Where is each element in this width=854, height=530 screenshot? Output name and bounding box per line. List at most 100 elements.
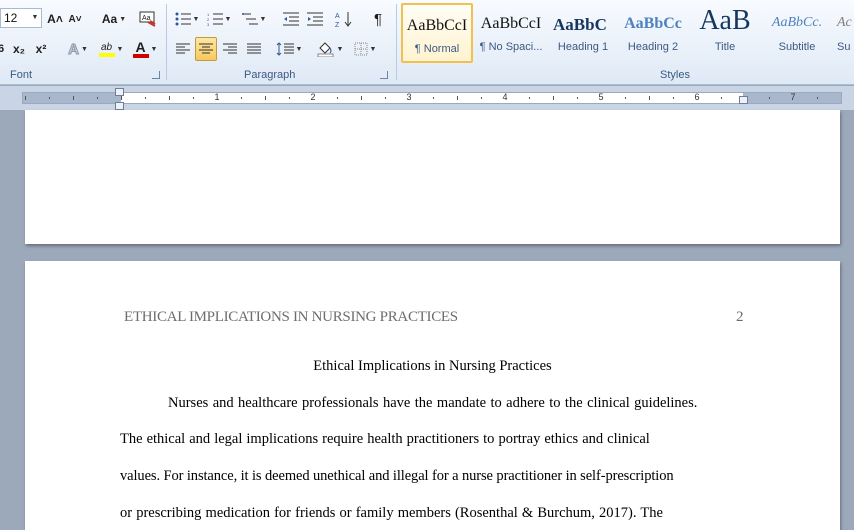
ruler-tick <box>337 97 338 99</box>
style-name: Title <box>714 41 736 53</box>
style-name: Subtitle <box>778 41 816 53</box>
ruler-number: 5 <box>598 92 604 102</box>
ruler-tick <box>625 97 626 99</box>
style-preview: AaB <box>699 5 751 36</box>
bullets-button[interactable]: ▼ <box>172 8 202 30</box>
style-heading-1[interactable]: AaBbC Heading 1 <box>547 3 619 63</box>
ruler-tick <box>25 96 26 100</box>
font-group-label: Font <box>10 69 33 81</box>
align-right-button[interactable] <box>219 38 241 60</box>
text-effects-button[interactable]: A ▼ <box>64 38 92 60</box>
right-indent-marker[interactable] <box>739 96 748 104</box>
chevron-down-icon: ▼ <box>224 15 232 23</box>
sort-button[interactable]: AZ <box>334 8 354 30</box>
body-line[interactable]: values. For instance, it is deemed uneth… <box>120 468 674 485</box>
change-case-button[interactable]: Aa ▼ <box>100 8 128 30</box>
ruler-tick <box>817 97 818 99</box>
ruler-tick <box>97 97 98 99</box>
style-normal[interactable]: AaBbCcI ¶ Normal <box>401 3 473 63</box>
ruler-number: 4 <box>502 92 508 102</box>
increase-indent-button[interactable] <box>304 8 326 30</box>
clear-format-text: Aa <box>142 15 151 22</box>
shrink-font-button[interactable]: A˅ <box>66 8 84 30</box>
styles-gallery: AaBbCcI ¶ Normal AaBbCcI ¶ No Spaci... A… <box>399 3 854 65</box>
ruler-tick <box>49 97 50 99</box>
body-line[interactable]: or prescribing medication for friends or… <box>120 505 663 522</box>
font-size-box[interactable]: 12 ▼ <box>0 8 42 28</box>
font-color-button[interactable]: A ▼ <box>130 38 160 60</box>
borders-button[interactable]: ▼ <box>350 38 380 60</box>
ruler-tick <box>553 96 554 100</box>
style-name: Heading 2 <box>627 41 679 53</box>
superscript-button[interactable]: x² <box>32 38 50 60</box>
ruler-tick <box>193 97 194 99</box>
chevron-down-icon: ▼ <box>336 45 344 53</box>
decrease-indent-button[interactable] <box>280 8 302 30</box>
sort-az-icon: AZ <box>335 12 352 28</box>
style-no-spacing[interactable]: AaBbCcI ¶ No Spaci... <box>475 3 547 63</box>
font-color-swatch <box>132 53 149 58</box>
align-right-icon <box>223 43 237 54</box>
paragraph-group-label: Paragraph <box>244 69 296 81</box>
clear-formatting-button[interactable]: Aa <box>138 8 158 30</box>
style-subtle-emphasis[interactable]: Ac Su <box>833 3 854 63</box>
font-dialog-launcher-icon[interactable] <box>152 71 160 79</box>
grow-font-button[interactable]: A˄ <box>46 8 64 30</box>
svg-text:3: 3 <box>207 22 210 26</box>
font-size-value: 12 <box>4 11 18 25</box>
align-center-icon <box>199 43 213 54</box>
ruler-tick <box>265 96 266 100</box>
style-name: ¶ No Spaci... <box>479 41 543 53</box>
clear-formatting-icon: Aa <box>139 11 156 27</box>
shading-button[interactable]: ▼ <box>314 38 346 60</box>
document-page[interactable]: ETHICAL IMPLICATIONS IN NURSING PRACTICE… <box>25 261 840 530</box>
body-line[interactable]: The ethical and legal implications requi… <box>120 431 650 448</box>
subscript-button[interactable]: x₂ <box>10 38 28 60</box>
justify-button[interactable] <box>243 38 265 60</box>
highlight-button[interactable]: ab ▼ <box>96 38 126 60</box>
strikethrough-button[interactable]: 6 <box>0 38 6 60</box>
horizontal-ruler[interactable]: 1 2 3 4 5 6 7 <box>22 92 842 104</box>
ruler-number: 3 <box>406 92 412 102</box>
show-hide-marks-button[interactable]: ¶ <box>368 8 388 30</box>
line-spacing-icon <box>276 42 294 56</box>
first-line-indent-marker[interactable] <box>115 88 124 96</box>
style-subtitle[interactable]: AaBbCc. Subtitle <box>761 3 833 63</box>
page-header[interactable]: ETHICAL IMPLICATIONS IN NURSING PRACTICE… <box>124 309 458 326</box>
chevron-down-icon: ▼ <box>116 45 124 53</box>
align-left-button[interactable] <box>172 38 194 60</box>
paragraph-group: ▼ 123 ▼ ▼ AZ ¶ ▼ ▼ ▼ Paragraph <box>168 0 394 84</box>
chevron-down-icon: ▼ <box>80 45 88 53</box>
chevron-down-icon: ▼ <box>150 45 158 53</box>
multilevel-list-button[interactable]: ▼ <box>238 8 270 30</box>
group-divider <box>396 4 397 80</box>
ruler-number: 1 <box>214 92 220 102</box>
ruler-tick <box>169 96 170 100</box>
font-color-label: A <box>135 38 146 55</box>
paragraph-dialog-launcher-icon[interactable] <box>380 71 388 79</box>
style-name: Heading 1 <box>557 41 609 53</box>
ruler-tick <box>289 97 290 99</box>
style-heading-2[interactable]: AaBbCc Heading 2 <box>617 3 689 63</box>
paint-bucket-icon <box>317 42 334 57</box>
ruler-number: 2 <box>310 92 316 102</box>
numbered-list-icon: 123 <box>207 12 223 26</box>
line-spacing-button[interactable]: ▼ <box>274 38 304 60</box>
body-line[interactable]: Nurses and healthcare professionals have… <box>168 395 697 412</box>
chevron-down-icon: ▼ <box>259 15 267 23</box>
previous-page[interactable] <box>25 110 840 244</box>
align-center-button[interactable] <box>195 37 217 61</box>
document-title[interactable]: Ethical Implications in Nursing Practice… <box>25 358 840 375</box>
highlighter-icon: ab <box>98 42 115 57</box>
ruler-tick <box>529 97 530 99</box>
styles-group-label: Styles <box>660 69 690 81</box>
style-title[interactable]: AaB Title <box>689 3 761 63</box>
ruler-tick <box>241 97 242 99</box>
ruler-number: 6 <box>694 92 700 102</box>
ruler-tick <box>457 96 458 100</box>
chevron-down-icon[interactable]: ▼ <box>29 9 41 27</box>
left-indent-marker[interactable] <box>115 102 124 110</box>
borders-icon <box>354 42 368 56</box>
numbering-button[interactable]: 123 ▼ <box>204 8 234 30</box>
ruler-tick <box>361 96 362 100</box>
